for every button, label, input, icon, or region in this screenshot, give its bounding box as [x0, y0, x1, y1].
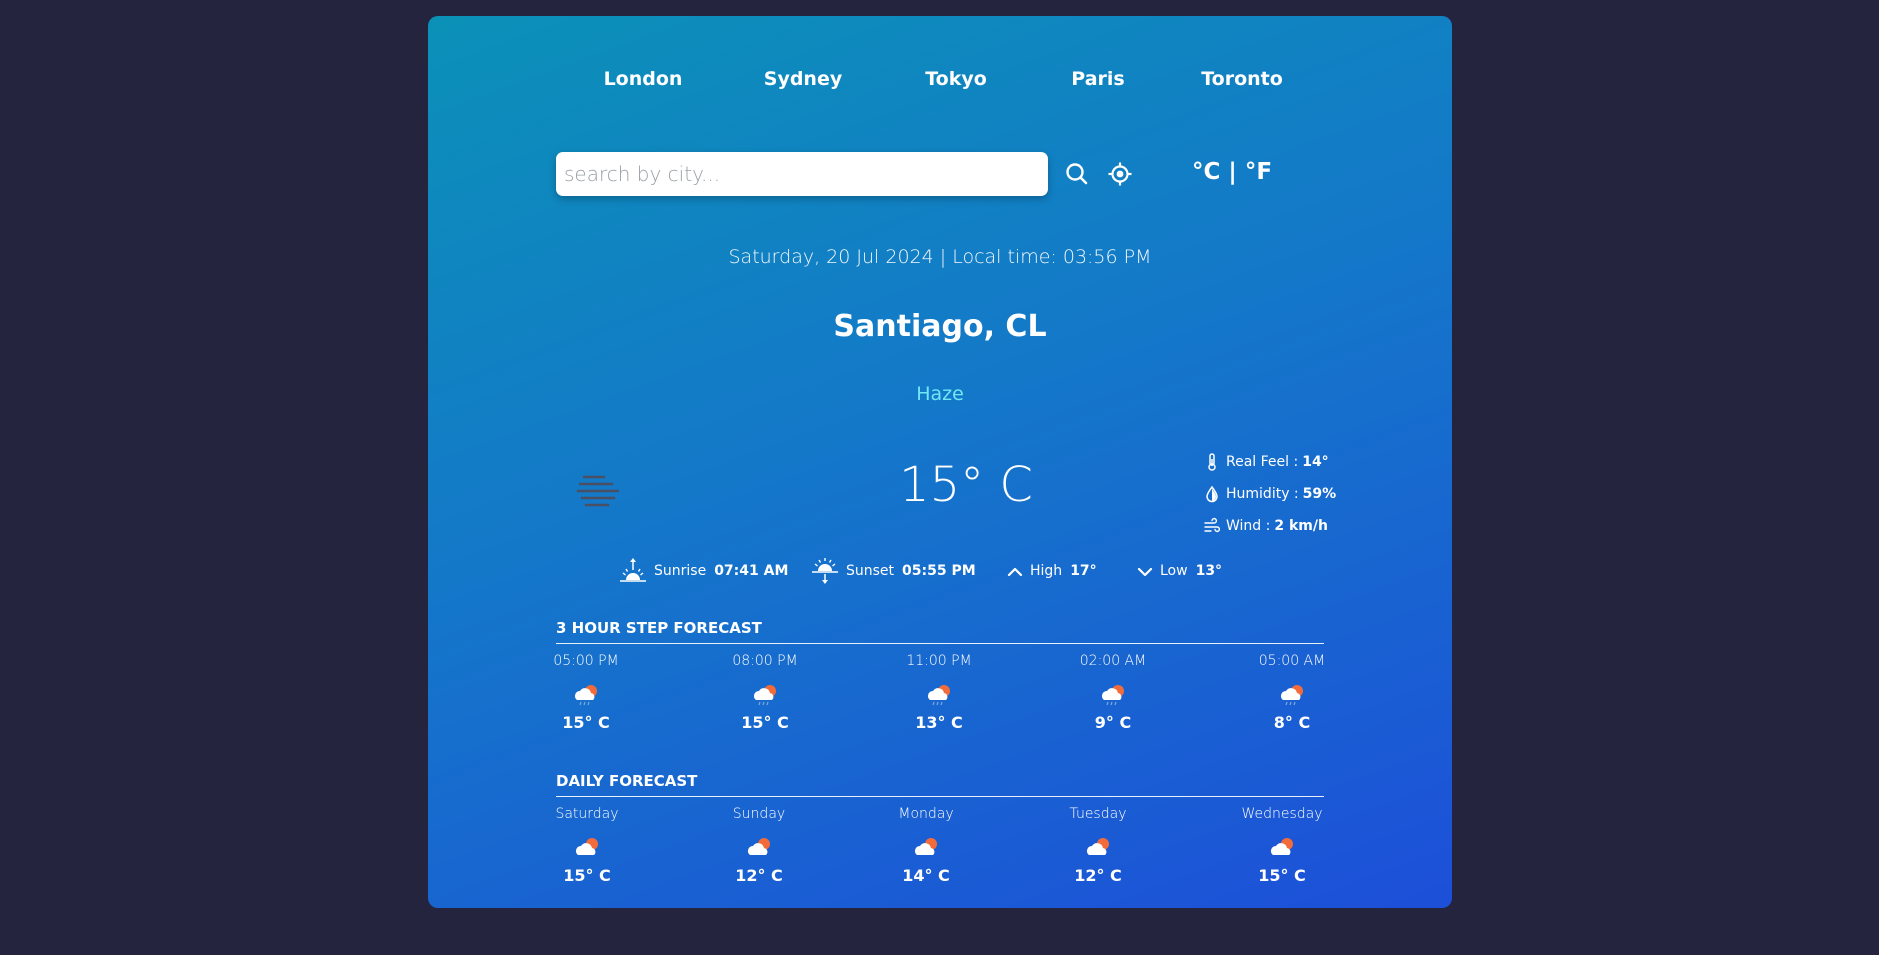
cloud-rain-sun-icon: [1102, 685, 1124, 706]
sunrise-icon: [620, 558, 646, 582]
humidity-drop-icon: [1206, 485, 1218, 503]
weather-condition: Haze: [916, 383, 964, 405]
daily-forecast-title: daily forecast: [556, 772, 1324, 797]
local-datetime: Saturday, 20 Jul 2024 | Local time: 03:5…: [728, 246, 1152, 268]
wind-label: Wind :: [1226, 518, 1271, 534]
cloud-sun-icon: [915, 838, 937, 855]
forecast-day: Monday: [898, 806, 954, 822]
forecast-day: Saturday: [555, 806, 619, 822]
real-feel-label: Real Feel :: [1226, 454, 1299, 470]
real-feel-value: 14°: [1302, 454, 1329, 470]
forecast-temp: 12° C: [735, 866, 783, 885]
daily-forecast-item: Saturday 15° C: [527, 806, 647, 885]
forecast-temp: 12° C: [1074, 866, 1122, 885]
forecast-time: 05:00 AM: [1258, 653, 1326, 669]
celsius-button[interactable]: °C: [1192, 159, 1220, 185]
cloud-rain-sun-icon: [928, 685, 950, 706]
city-link-tokyo[interactable]: Tokyo: [925, 68, 987, 90]
forecast-time: 05:00 PM: [553, 653, 619, 669]
forecast-temp: 14° C: [902, 866, 950, 885]
city-link-london[interactable]: London: [604, 68, 683, 90]
sunrise-value: 07:41 AM: [714, 563, 789, 579]
hourly-forecast-title: 3 hour step forecast: [556, 619, 1324, 644]
cloud-sun-icon: [1271, 838, 1293, 855]
daily-forecast-item: Tuesday 12° C: [1038, 806, 1158, 885]
sunset-label: Sunset: [846, 563, 895, 579]
forecast-time: 11:00 PM: [906, 653, 972, 669]
location-crosshair-icon[interactable]: [1107, 161, 1133, 187]
forecast-day: Sunday: [732, 806, 786, 822]
wind-value: 2 km/h: [1274, 518, 1328, 534]
humidity-label: Humidity :: [1226, 486, 1299, 502]
sun-and-range-row: Sunrise 07:41 AM Sunset 05:55 PM High 17…: [556, 556, 1324, 586]
hourly-forecast-item: 08:00 PM 15° C: [705, 653, 825, 732]
thermometer-icon: [1208, 453, 1216, 471]
city-link-sydney[interactable]: Sydney: [764, 68, 842, 90]
forecast-temp: 13° C: [915, 713, 963, 732]
hourly-forecast-item: 11:00 PM 13° C: [879, 653, 999, 732]
cloud-sun-icon: [1087, 838, 1109, 855]
sunset-item: Sunset 05:55 PM: [810, 556, 976, 586]
cloud-rain-sun-icon: [575, 685, 597, 706]
sunset-icon: [812, 558, 838, 584]
unit-separator: |: [1228, 159, 1237, 185]
humidity-value: 59%: [1302, 486, 1337, 502]
low-item: Low 13°: [1136, 556, 1222, 586]
real-feel-row: Real Feel : 14°: [1204, 446, 1344, 478]
sunrise-label: Sunrise: [654, 563, 707, 579]
low-value: 13°: [1195, 563, 1223, 579]
chevron-up-icon: [1007, 567, 1023, 577]
forecast-day: Tuesday: [1069, 806, 1127, 822]
search-icon[interactable]: [1064, 161, 1090, 187]
city-link-paris[interactable]: Paris: [1071, 68, 1124, 90]
forecast-temp: 15° C: [1258, 866, 1306, 885]
cloud-sun-icon: [748, 838, 770, 855]
fahrenheit-button[interactable]: °F: [1245, 159, 1272, 185]
cloud-rain-sun-icon: [754, 685, 776, 706]
city-nav: London Sydney Tokyo Paris Toronto: [556, 68, 1324, 98]
low-label: Low: [1160, 563, 1188, 579]
chevron-down-icon: [1137, 567, 1153, 577]
weather-content: London Sydney Tokyo Paris Toronto search…: [553, 16, 1336, 908]
forecast-temp: 9° C: [1094, 713, 1132, 732]
wind-icon: [1204, 517, 1220, 533]
humidity-row: Humidity : 59%: [1204, 478, 1344, 510]
unit-toggle: °C | °F: [1192, 159, 1272, 185]
haze-icon: [574, 472, 622, 508]
forecast-temp: 8° C: [1273, 713, 1311, 732]
wind-row: Wind : 2 km/h: [1204, 510, 1344, 542]
search-bar: °C | °F: [556, 152, 1324, 196]
daily-forecast-item: Monday 14° C: [866, 806, 986, 885]
search-input[interactable]: [556, 152, 1048, 196]
hourly-forecast-item: 02:00 AM 9° C: [1053, 653, 1173, 732]
forecast-temp: 15° C: [562, 713, 610, 732]
forecast-temp: 15° C: [563, 866, 611, 885]
hourly-forecast-item: 05:00 PM 15° C: [526, 653, 646, 732]
sunrise-item: Sunrise 07:41 AM: [618, 556, 788, 586]
hourly-forecast-item: 05:00 AM 8° C: [1232, 653, 1352, 732]
daily-forecast-item: Wednesday 15° C: [1222, 806, 1342, 885]
high-label: High: [1030, 563, 1063, 579]
forecast-temp: 15° C: [741, 713, 789, 732]
high-value: 17°: [1070, 563, 1097, 579]
daily-forecast-row: Saturday 15° C Sunday 12° C Monday 14° C…: [555, 806, 1324, 906]
high-item: High 17°: [1006, 556, 1097, 586]
city-link-toronto[interactable]: Toronto: [1201, 68, 1283, 90]
forecast-time: 08:00 PM: [732, 653, 798, 669]
forecast-day: Wednesday: [1241, 806, 1323, 822]
daily-forecast-item: Sunday 12° C: [699, 806, 819, 885]
sunset-value: 05:55 PM: [902, 563, 976, 579]
cloud-sun-icon: [576, 838, 598, 855]
location-title: Santiago, CL: [833, 309, 1047, 344]
forecast-time: 02:00 AM: [1079, 653, 1147, 669]
weather-card: London Sydney Tokyo Paris Toronto search…: [428, 16, 1452, 908]
cloud-rain-sun-icon: [1281, 685, 1303, 706]
hourly-forecast-row: 05:00 PM 15° C 08:00 PM 15° C 11:00 PM 1…: [553, 653, 1325, 753]
current-temperature: 15° C: [899, 457, 1033, 513]
weather-details: Real Feel : 14° Humidity : 59% Wind : 2 …: [1204, 446, 1344, 542]
